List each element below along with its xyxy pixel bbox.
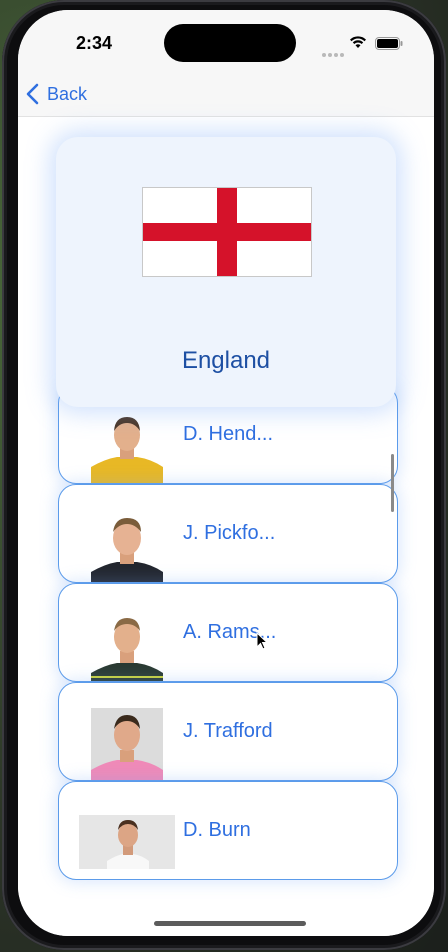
navigation-bar: Back [18,72,434,117]
player-row[interactable]: J. Pickfo... [58,484,398,583]
team-header-card: England [56,137,396,407]
england-flag-icon [142,187,312,277]
chevron-left-icon [26,83,39,105]
mouse-pointer-icon [256,632,268,650]
phone-screen: 2:34 Back England D. Hend... J. Pickfo..… [18,10,434,936]
player-photo [91,510,163,582]
player-name: D. Burn [183,819,251,841]
scroll-indicator[interactable] [391,454,394,512]
player-list[interactable]: England D. Hend... J. Pickfo... A. Rams.… [56,117,398,936]
device-background: 2:34 Back England D. Hend... J. Pickfo..… [0,0,448,952]
player-photo [91,609,163,681]
home-indicator[interactable] [154,921,306,926]
player-row[interactable]: J. Trafford [58,682,398,781]
status-time: 2:34 [76,33,113,53]
team-name: England [181,347,271,374]
battery-icon [375,37,403,50]
player-name: J. Pickfo... [183,522,276,544]
status-bar: 2:34 [18,10,434,72]
player-photo [91,411,163,483]
dynamic-island [164,24,296,62]
back-label: Back [47,83,88,104]
player-photo [79,815,175,869]
back-button[interactable]: Back [26,80,87,108]
cellular-signal-icon [322,44,346,62]
player-row[interactable]: A. Rams... [58,583,398,682]
player-name: J. Trafford [183,720,273,742]
team-detail-content: England D. Hend... J. Pickfo... A. Rams.… [18,117,434,936]
phone-frame: 2:34 Back England D. Hend... J. Pickfo..… [2,0,446,950]
player-photo [91,708,163,780]
wifi-icon [350,36,366,48]
player-row[interactable]: D. Burn [58,781,398,880]
